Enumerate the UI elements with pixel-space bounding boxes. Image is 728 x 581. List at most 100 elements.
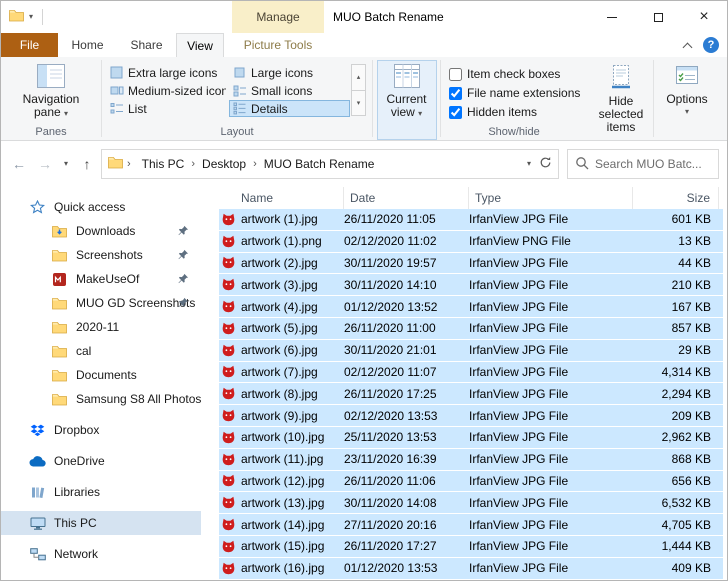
sidebar-item-network[interactable]: Network (1, 542, 201, 566)
layout-option-list[interactable]: List (106, 100, 227, 117)
file-row-artwork-14-jpg[interactable]: artwork (14).jpg27/11/2020 20:16IrfanVie… (219, 514, 723, 535)
address-dropdown-icon[interactable]: ▾ (527, 160, 531, 168)
sidebar-item-label: Quick access (54, 200, 125, 214)
sidebar-item-downloads[interactable]: Downloads (1, 219, 201, 243)
file-row-artwork-5-jpg[interactable]: artwork (5).jpg26/11/2020 11:00IrfanView… (219, 318, 723, 339)
sidebar-item-libraries[interactable]: Libraries (1, 480, 201, 504)
file-row-artwork-9-jpg[interactable]: artwork (9).jpg02/12/2020 13:53IrfanView… (219, 405, 723, 426)
file-row-artwork-3-jpg[interactable]: artwork (3).jpg30/11/2020 14:10IrfanView… (219, 274, 723, 295)
checkbox-input-file-name-extensions[interactable] (449, 87, 462, 100)
refresh-icon[interactable] (539, 156, 552, 172)
file-date: 01/12/2020 13:52 (344, 300, 469, 314)
sidebar-item-samsung-s8-all-photos[interactable]: Samsung S8 All Photos (1, 387, 201, 411)
sidebar-item-this-pc[interactable]: This PC (1, 511, 201, 535)
tab-view[interactable]: View (176, 33, 224, 57)
current-view-button[interactable]: Current view ▾ (377, 60, 437, 140)
checkbox-item-check-boxes[interactable]: Item check boxes (449, 67, 583, 81)
address-box[interactable]: › This PC›Desktop›MUO Batch Rename ▾ (101, 149, 559, 179)
sidebar-item-label: Dropbox (54, 423, 99, 437)
folder-icon (51, 297, 68, 310)
file-name-cell: artwork (1).png (219, 234, 344, 248)
column-header-name[interactable]: Name (219, 187, 344, 209)
tab-home[interactable]: Home (58, 33, 117, 57)
options-button[interactable]: Options ▾ (661, 60, 712, 140)
maximize-button[interactable] (635, 1, 681, 33)
breadcrumb-item-this-pc[interactable]: This PC (135, 157, 192, 171)
file-row-artwork-1-png[interactable]: artwork (1).png02/12/2020 11:02IrfanView… (219, 231, 723, 252)
checkbox-input-item-check-boxes[interactable] (449, 68, 462, 81)
file-type: IrfanView JPG File (469, 452, 633, 466)
layout-option-small-icons[interactable]: Small icons (229, 82, 350, 99)
qat-dropdown-icon[interactable]: ▾ (29, 13, 33, 21)
checkbox-input-hidden-items[interactable] (449, 106, 462, 119)
small-icons-icon (233, 84, 247, 97)
show-hide-group: Item check boxes File name extensions Hidd… (441, 57, 653, 140)
file-row-artwork-2-jpg[interactable]: artwork (2).jpg30/11/2020 19:57IrfanView… (219, 253, 723, 274)
sidebar-item-2020-11[interactable]: 2020-11 (1, 315, 201, 339)
column-header-type[interactable]: Type (469, 187, 633, 209)
collapse-ribbon-icon[interactable] (683, 42, 693, 52)
sidebar-item-documents[interactable]: Documents (1, 363, 201, 387)
file-row-artwork-11-jpg[interactable]: artwork (11).jpg23/11/2020 16:39IrfanVie… (219, 449, 723, 470)
sidebar-item-quick-access[interactable]: Quick access (1, 195, 201, 219)
file-row-artwork-16-jpg[interactable]: artwork (16).jpg01/12/2020 13:53IrfanVie… (219, 558, 723, 579)
file-size: 1,444 KB (633, 539, 719, 553)
gallery-down-icon[interactable]: ▾ (352, 91, 365, 116)
file-row-artwork-10-jpg[interactable]: artwork (10).jpg25/11/2020 13:53IrfanVie… (219, 427, 723, 448)
file-type: IrfanView JPG File (469, 212, 633, 226)
ribbon: Navigation pane ▾ Panes Extra large icon… (1, 57, 727, 141)
file-list: Name Date Type Size artwork (1).jpg26/11… (201, 187, 727, 580)
file-name: artwork (4).jpg (241, 300, 318, 314)
recent-locations-button[interactable]: ▾ (59, 151, 73, 177)
sidebar-item-makeuseof[interactable]: MakeUseOf (1, 267, 201, 291)
file-row-artwork-1-jpg[interactable]: artwork (1).jpg26/11/2020 11:05IrfanView… (219, 209, 723, 230)
column-header-size[interactable]: Size (633, 187, 719, 209)
folder-icon (51, 249, 68, 262)
layout-option-label: Extra large icons (128, 66, 217, 80)
breadcrumb-item-desktop[interactable]: Desktop (195, 157, 253, 171)
folder-icon (51, 345, 68, 358)
file-row-artwork-6-jpg[interactable]: artwork (6).jpg30/11/2020 21:01IrfanView… (219, 340, 723, 361)
navigation-pane-icon (37, 64, 65, 91)
file-name: artwork (10).jpg (241, 430, 324, 444)
up-button[interactable]: ↑ (75, 151, 99, 177)
sidebar-item-onedrive[interactable]: OneDrive (1, 449, 201, 473)
column-header-date[interactable]: Date (344, 187, 469, 209)
sidebar-item-screenshots[interactable]: Screenshots (1, 243, 201, 267)
sidebar-item-cal[interactable]: cal (1, 339, 201, 363)
file-row-artwork-4-jpg[interactable]: artwork (4).jpg01/12/2020 13:52IrfanView… (219, 296, 723, 317)
gallery-up-icon[interactable]: ▴ (352, 65, 365, 91)
file-type: IrfanView PNG File (469, 234, 633, 248)
search-icon (575, 156, 589, 173)
file-name: artwork (14).jpg (241, 518, 324, 532)
file-row-artwork-15-jpg[interactable]: artwork (15).jpg26/11/2020 17:27IrfanVie… (219, 536, 723, 557)
context-tab-header: Manage (232, 1, 324, 33)
layout-option-details[interactable]: Details (229, 100, 350, 117)
close-icon: × (699, 9, 708, 25)
search-input[interactable] (595, 157, 711, 171)
file-name: artwork (13).jpg (241, 496, 324, 510)
checkbox-hidden-items[interactable]: Hidden items (449, 105, 583, 119)
file-size: 2,962 KB (633, 430, 719, 444)
file-type: IrfanView JPG File (469, 343, 633, 357)
file-row-artwork-13-jpg[interactable]: artwork (13).jpg30/11/2020 14:08IrfanVie… (219, 492, 723, 513)
back-button[interactable]: ← (7, 151, 31, 177)
breadcrumb-item-muo-batch-rename[interactable]: MUO Batch Rename (257, 157, 382, 171)
tab-file[interactable]: File (1, 33, 58, 57)
file-row-artwork-8-jpg[interactable]: artwork (8).jpg26/11/2020 17:25IrfanView… (219, 383, 723, 404)
minimize-button[interactable] (589, 1, 635, 33)
help-icon[interactable]: ? (703, 37, 719, 53)
close-button[interactable]: × (681, 1, 727, 33)
layout-option-large-icons[interactable]: Large icons (229, 64, 350, 81)
forward-button[interactable]: → (33, 151, 57, 177)
layout-option-medium-sized-icons[interactable]: Medium-sized icons (106, 82, 227, 99)
layout-option-extra-large-icons[interactable]: Extra large icons (106, 64, 227, 81)
tab-share[interactable]: Share (117, 33, 176, 57)
file-row-artwork-7-jpg[interactable]: artwork (7).jpg02/12/2020 11:07IrfanView… (219, 362, 723, 383)
checkbox-file-name-extensions[interactable]: File name extensions (449, 86, 583, 100)
sidebar-item-muo-gd-screenshots[interactable]: MUO GD Screenshots (1, 291, 201, 315)
onedrive-icon (29, 456, 46, 467)
file-row-artwork-12-jpg[interactable]: artwork (12).jpg26/11/2020 11:06IrfanVie… (219, 471, 723, 492)
sidebar-item-dropbox[interactable]: Dropbox (1, 418, 201, 442)
tab-picture-tools[interactable]: Picture Tools (232, 33, 324, 57)
